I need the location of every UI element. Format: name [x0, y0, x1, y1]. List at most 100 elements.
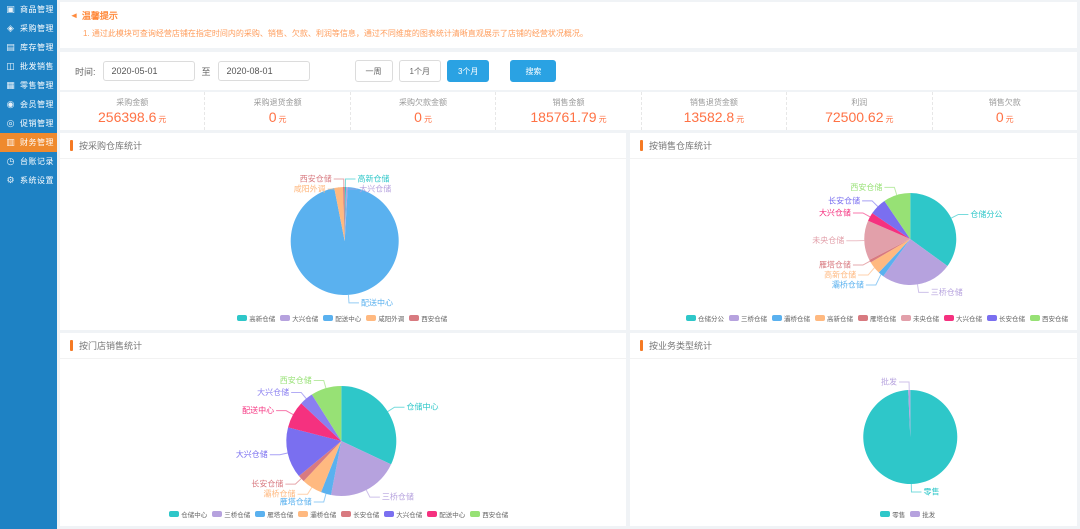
- legend-swatch: [910, 511, 920, 517]
- legend-label: 三桥仓储: [224, 509, 250, 519]
- legend-label: 零售: [892, 509, 905, 519]
- chart-title: 按采购仓库统计: [79, 139, 142, 152]
- stat-value: 185761.79元: [496, 110, 640, 127]
- stat-unit: 元: [599, 115, 607, 124]
- date-from-input[interactable]: [103, 61, 195, 81]
- title-accent-bar: [70, 340, 73, 351]
- legend-item[interactable]: 配送中心: [427, 509, 465, 519]
- legend-swatch: [729, 315, 739, 321]
- stat-label: 利润: [787, 97, 931, 108]
- sidebar-item-settings[interactable]: ⚙系统设置: [0, 171, 57, 190]
- legend-swatch: [470, 511, 480, 517]
- chart-title-row: 按业务类型统计: [630, 333, 1077, 359]
- range-button[interactable]: 一周: [355, 60, 393, 82]
- pie-label-line: [866, 274, 881, 285]
- pie-slice-label: 配送中心: [361, 297, 393, 307]
- range-button[interactable]: 3个月: [447, 60, 489, 82]
- pie-chart: 仓储分公三桥仓储灞桥仓储高新仓储雁塔仓储未央仓储大兴仓储长安仓储西安仓储仓储分公…: [630, 160, 1077, 330]
- sidebar-item-ledger[interactable]: ◷台账记录: [0, 152, 57, 171]
- sidebar-item-label: 零售管理: [20, 80, 54, 91]
- pie-label-line: [314, 381, 326, 389]
- sidebar-item-product[interactable]: ▣商品管理: [0, 0, 57, 19]
- pie-slice-label: 长安仓储: [251, 479, 283, 489]
- pie-label-line: [951, 214, 968, 218]
- legend-item[interactable]: 长安仓储: [341, 509, 379, 519]
- stat-label: 销售退货金额: [642, 97, 786, 108]
- legend-label: 大兴仓储: [956, 313, 982, 323]
- chart-title: 按销售仓库统计: [649, 139, 712, 152]
- legend-item[interactable]: 大兴仓储: [944, 313, 982, 323]
- legend-item[interactable]: 长安仓储: [987, 313, 1025, 323]
- legend-label: 长安仓储: [353, 509, 379, 519]
- pie-label-line: [853, 213, 870, 217]
- legend-item[interactable]: 批发: [910, 509, 935, 519]
- sidebar-item-wholesale[interactable]: ◫批发销售: [0, 57, 57, 76]
- search-button[interactable]: 搜索: [510, 60, 556, 82]
- pie-slice-label: 配送中心: [242, 405, 274, 415]
- legend-label: 雁塔仓储: [267, 509, 293, 519]
- to-label: 至: [202, 65, 211, 78]
- pie-slice-label: 仓储中心: [406, 402, 438, 412]
- sidebar-item-retail[interactable]: ▦ 零售管理: [0, 76, 57, 95]
- pie-slice-label: 大兴仓储: [257, 387, 289, 397]
- legend-label: 大兴仓储: [396, 509, 422, 519]
- legend-item[interactable]: 三桥仓储: [212, 509, 250, 519]
- legend-label: 配送中心: [439, 509, 465, 519]
- legend-item[interactable]: 配送中心: [323, 313, 361, 323]
- legend-item[interactable]: 三桥仓储: [729, 313, 767, 323]
- sidebar-item-inventory[interactable]: ▤ 库存管理: [0, 38, 57, 57]
- legend-item[interactable]: 零售: [880, 509, 905, 519]
- legend-item[interactable]: 西安仓储: [409, 313, 447, 323]
- legend-item[interactable]: 西安仓储: [1030, 313, 1068, 323]
- legend-swatch: [280, 315, 290, 321]
- stat-unit: 元: [424, 115, 432, 124]
- retail-icon: ▦: [5, 81, 16, 90]
- sidebar-item-promotion[interactable]: ◎促销管理: [0, 114, 57, 133]
- sidebar-item-purchase[interactable]: ◈采购管理: [0, 19, 57, 38]
- pie-slice-label: 长安仓储: [828, 195, 860, 205]
- sidebar-item-label: 库存管理: [20, 42, 54, 53]
- legend-item[interactable]: 咸阳外调: [366, 313, 404, 323]
- range-button[interactable]: 1个月: [399, 60, 441, 82]
- sidebar-item-finance[interactable]: ▥财务管理: [0, 133, 57, 152]
- pie-slice-label: 未央仓储: [812, 235, 844, 245]
- pie-label-line: [334, 179, 344, 187]
- legend-item[interactable]: 仓储分公: [686, 313, 724, 323]
- legend-item[interactable]: 未央仓储: [901, 313, 939, 323]
- stat-label: 采购金额: [60, 97, 204, 108]
- inventory-icon: ▤: [5, 43, 16, 52]
- stat-cell: 销售退货金额13582.8元: [642, 92, 787, 130]
- pie-slice-label: 西安仓储: [280, 375, 312, 385]
- legend-item[interactable]: 仓储中心: [169, 509, 207, 519]
- chart-title-row: 按销售仓库统计: [630, 133, 1077, 159]
- settings-icon: ⚙: [5, 176, 16, 185]
- stat-unit: 元: [886, 115, 894, 124]
- legend-item[interactable]: 西安仓储: [470, 509, 508, 519]
- legend-swatch: [255, 511, 265, 517]
- legend-item[interactable]: 高新仓储: [237, 313, 275, 323]
- stat-unit: 元: [736, 115, 744, 124]
- pie-slice-label: 大兴仓储: [819, 207, 851, 217]
- legend-item[interactable]: 高新仓储: [815, 313, 853, 323]
- stat-unit: 元: [279, 115, 287, 124]
- pie-label-line: [345, 179, 355, 187]
- legend-label: 配送中心: [335, 313, 361, 323]
- legend-swatch: [858, 315, 868, 321]
- legend-item[interactable]: 灞桥仓储: [772, 313, 810, 323]
- pie-label-line: [884, 187, 896, 195]
- legend-item[interactable]: 灞桥仓储: [298, 509, 336, 519]
- chart-title: 按门店销售统计: [79, 339, 142, 352]
- legend-label: 西安仓储: [421, 313, 447, 323]
- legend-item[interactable]: 雁塔仓储: [255, 509, 293, 519]
- date-to-input[interactable]: [218, 61, 310, 81]
- ledger-icon: ◷: [5, 157, 16, 166]
- legend-swatch: [323, 315, 333, 321]
- legend-swatch: [212, 511, 222, 517]
- sidebar-item-member[interactable]: ◉会员管理: [0, 95, 57, 114]
- legend-item[interactable]: 雁塔仓储: [858, 313, 896, 323]
- legend-item[interactable]: 大兴仓储: [384, 509, 422, 519]
- pie-label-line: [853, 261, 870, 265]
- pie-label-line: [388, 407, 405, 411]
- legend-item[interactable]: 大兴仓储: [280, 313, 318, 323]
- chart-title: 按业务类型统计: [649, 339, 712, 352]
